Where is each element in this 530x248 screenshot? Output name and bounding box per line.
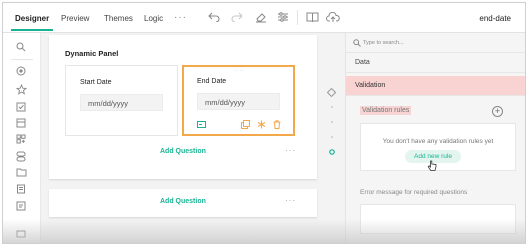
top-toolbar: Designer Preview Themes Logic ··· end-da…	[3, 3, 525, 33]
input-type-icon[interactable]	[196, 119, 206, 129]
undo-icon[interactable]	[206, 9, 222, 25]
tab-designer[interactable]: Designer	[10, 14, 54, 31]
diamond-icon[interactable]	[327, 88, 336, 97]
question-end-date[interactable]: ⋯⋯ End Date mm/dd/yyyy	[182, 65, 295, 136]
tab-preview[interactable]: Preview	[61, 14, 89, 23]
property-grid: Type to search... Data Validation Valida…	[345, 33, 525, 243]
empty-message: You don't have any validation rules yet	[382, 138, 494, 145]
search-icon[interactable]	[14, 40, 28, 54]
search-icon	[353, 39, 361, 47]
selected-element-title: end-date	[479, 14, 511, 23]
star-icon[interactable]	[14, 82, 28, 96]
toolbox	[3, 33, 41, 243]
category-label: Validation	[355, 82, 386, 89]
question-title: End Date	[197, 78, 227, 85]
page-add-question-card[interactable]: Add Question ···	[49, 189, 317, 217]
nav-dot[interactable]	[331, 136, 333, 138]
delete-icon[interactable]	[272, 119, 282, 129]
nav-dot[interactable]	[331, 121, 333, 123]
toolbox-divider	[11, 59, 33, 60]
category-validation[interactable]: Validation	[346, 76, 525, 96]
category-label: Data	[355, 59, 370, 66]
add-rule-plus-icon[interactable]: +	[492, 106, 503, 117]
tab-logic[interactable]: Logic	[144, 14, 163, 23]
eraser-icon[interactable]	[253, 9, 269, 25]
cloud-upload-icon[interactable]	[325, 9, 341, 25]
validation-rules-empty: You don't have any validation rules yet …	[360, 123, 516, 171]
more-options-button[interactable]: ···	[285, 146, 296, 155]
start-date-input[interactable]: mm/dd/yyyy	[80, 94, 163, 111]
more-options-button[interactable]: ···	[285, 196, 296, 205]
search-input[interactable]: Type to search...	[363, 40, 404, 46]
question-start-date[interactable]: Start Date mm/dd/yyyy	[65, 65, 178, 136]
duplicate-icon[interactable]	[240, 119, 250, 129]
bottom-fade-overlay	[3, 219, 525, 243]
error-message-label: Error message for required questions	[360, 189, 468, 196]
radio-icon[interactable]	[14, 64, 28, 78]
settings-sliders-icon[interactable]	[275, 9, 291, 25]
category-data[interactable]: Data	[346, 53, 525, 73]
question-title: Start Date	[80, 79, 112, 86]
property-search[interactable]: Type to search...	[346, 33, 525, 53]
book-icon[interactable]	[304, 9, 320, 25]
add-question-button[interactable]: Add Question	[160, 198, 206, 205]
hand-cursor-icon	[427, 160, 437, 171]
current-nav-circle-icon[interactable]	[329, 149, 335, 155]
end-date-input[interactable]: mm/dd/yyyy	[197, 93, 280, 110]
file-icon[interactable]	[14, 182, 28, 196]
redo-icon[interactable]	[229, 9, 245, 25]
validation-rules-label: Validation rules	[360, 106, 412, 115]
text-icon[interactable]	[14, 199, 28, 213]
panel-title: Dynamic Panel	[65, 49, 119, 58]
folder-icon[interactable]	[14, 165, 28, 179]
dropdown-icon[interactable]	[14, 116, 28, 130]
dynamic-panel-card[interactable]: Dynamic Panel Start Date mm/dd/yyyy ⋯⋯ E…	[49, 35, 317, 179]
drag-handle-icon[interactable]: ⋯⋯	[234, 68, 245, 74]
boolean-icon[interactable]	[14, 149, 28, 163]
toolbar-divider	[297, 10, 298, 25]
required-icon[interactable]	[256, 119, 266, 129]
survey-creator-window: Designer Preview Themes Logic ··· end-da…	[2, 2, 526, 244]
grid-icon[interactable]	[14, 132, 28, 146]
more-tabs-button[interactable]: ···	[174, 12, 187, 23]
nav-dot[interactable]	[331, 106, 333, 108]
checkbox-icon[interactable]	[14, 100, 28, 114]
add-question-button[interactable]: Add Question	[160, 148, 206, 155]
tab-themes[interactable]: Themes	[104, 14, 133, 23]
